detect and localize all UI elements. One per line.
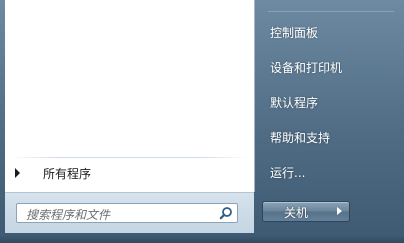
separator (11, 157, 249, 158)
search-input[interactable]: 搜索程序和文件 (16, 203, 238, 223)
shutdown-label: 关机 (283, 206, 308, 220)
devices-printers-item[interactable]: 设备和打印机 (262, 53, 390, 79)
triangle-right-icon (337, 207, 342, 215)
help-support-label: 帮助和支持 (270, 131, 331, 145)
search-placeholder: 搜索程序和文件 (26, 208, 111, 222)
devices-printers-label: 设备和打印机 (270, 61, 343, 75)
start-menu: 所有程序 搜索程序和文件 控制面板 设备和打印机 默认程序 帮助和支持 运行..… (0, 0, 404, 243)
help-support-item[interactable]: 帮助和支持 (262, 123, 390, 149)
shutdown-group: 关机 (262, 201, 352, 222)
triangle-right-icon (15, 168, 20, 178)
default-programs-item[interactable]: 默认程序 (262, 88, 390, 114)
search-area: 搜索程序和文件 (5, 192, 254, 233)
run-item[interactable]: 运行... (262, 158, 390, 184)
control-panel-label: 控制面板 (270, 26, 319, 40)
shutdown-button[interactable]: 关机 (262, 201, 330, 222)
control-panel-item[interactable]: 控制面板 (262, 18, 390, 44)
left-pane: 所有程序 (5, 0, 255, 192)
bottom-edge (0, 236, 404, 243)
programs-list (5, 0, 254, 158)
search-icon[interactable] (219, 206, 233, 220)
all-programs-label: 所有程序 (43, 167, 92, 181)
run-label: 运行... (270, 166, 306, 180)
shutdown-options-button[interactable] (329, 201, 350, 222)
default-programs-label: 默认程序 (270, 96, 319, 110)
right-pane-separator (268, 11, 394, 12)
all-programs-item[interactable]: 所有程序 (5, 160, 254, 186)
